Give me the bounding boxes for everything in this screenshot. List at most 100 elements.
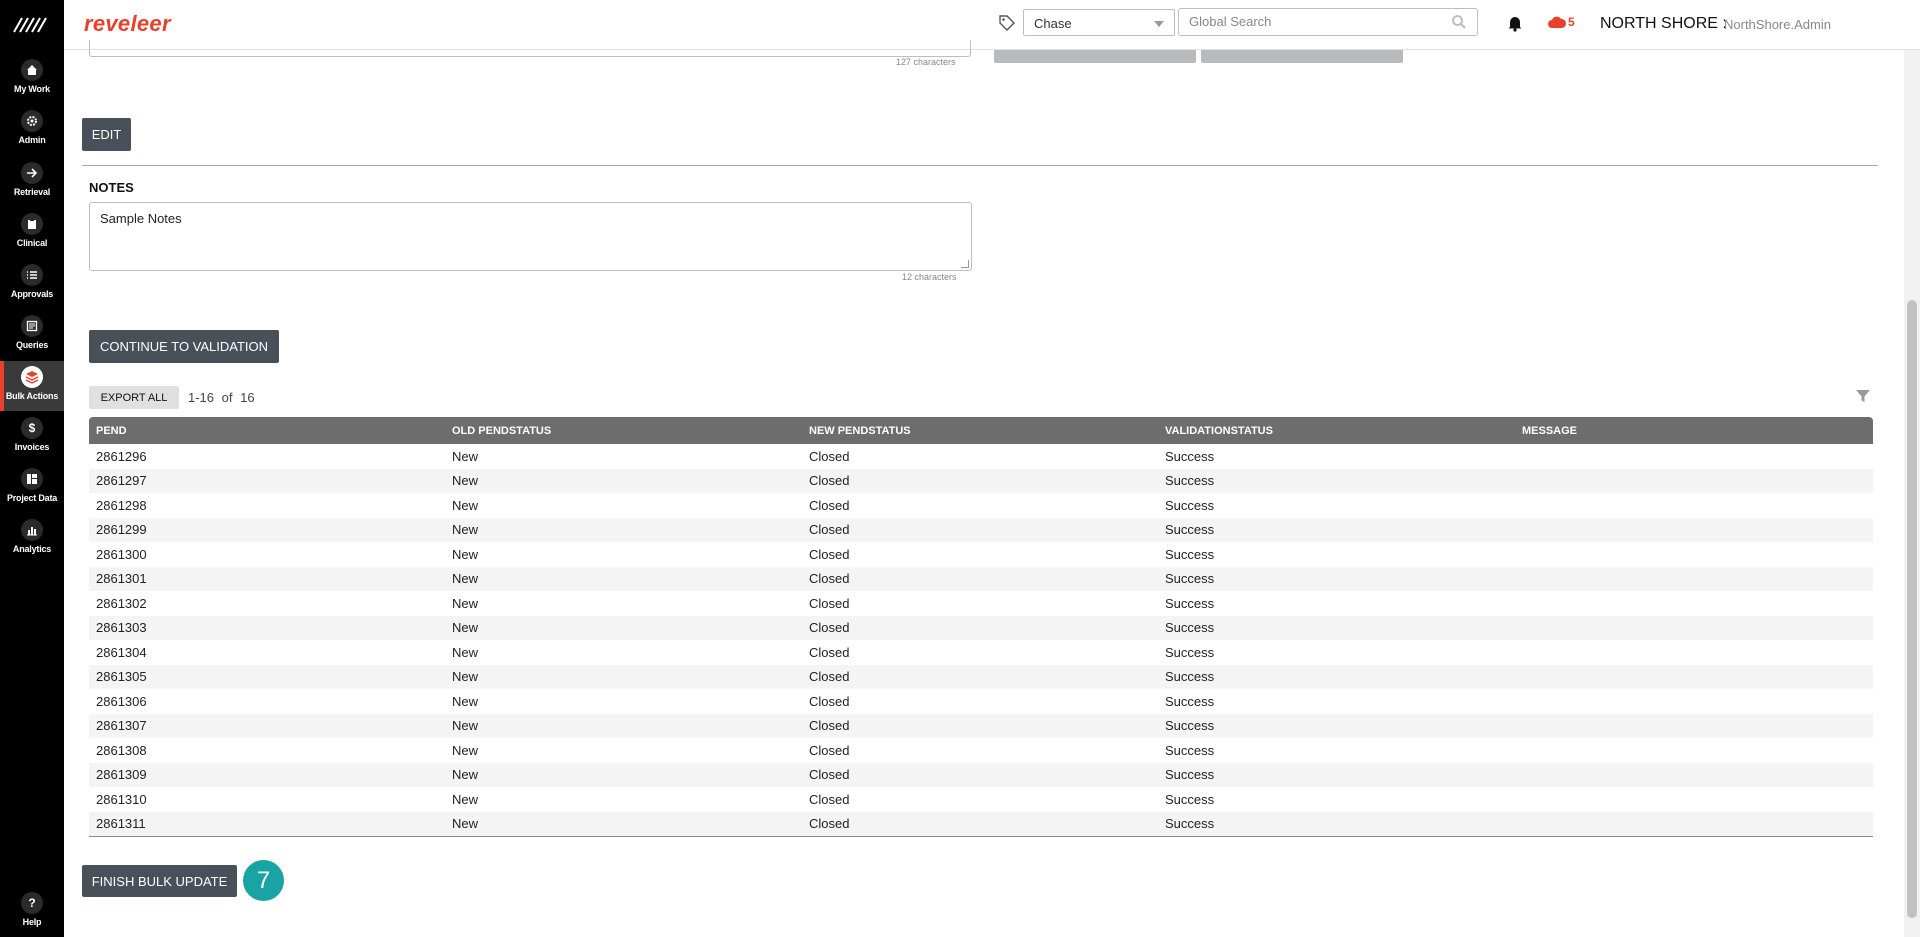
filter-icon[interactable] xyxy=(1855,388,1871,404)
page-scrollbar[interactable] xyxy=(1904,50,1920,937)
table-cell: Closed xyxy=(809,644,850,660)
search-placeholder: Global Search xyxy=(1189,14,1272,29)
column-header-message[interactable]: MESSAGE xyxy=(1515,425,1873,437)
sidebar-item-approvals[interactable]: Approvals xyxy=(0,259,64,309)
table-cell: Success xyxy=(1165,816,1215,832)
previous-textarea[interactable] xyxy=(89,40,971,57)
finish-bulk-update-button[interactable]: FINISH BULK UPDATE xyxy=(82,865,237,897)
house-icon xyxy=(21,59,43,81)
table-cell: 2861306 xyxy=(96,693,147,709)
table-row[interactable]: 2861302 New Closed Success xyxy=(89,591,1873,616)
sidebar-item-admin[interactable]: Admin xyxy=(0,105,64,155)
table-row[interactable]: 2861305 New Closed Success xyxy=(89,664,1873,689)
table-cell: New xyxy=(452,644,479,660)
pager-of: of xyxy=(221,390,233,405)
table-cell: Closed xyxy=(809,767,850,783)
sidebar-item-project-data[interactable]: Project Data xyxy=(0,463,64,513)
project-select[interactable]: Chase xyxy=(1023,9,1175,36)
step-number-badge: 7 xyxy=(243,860,284,901)
table-row[interactable]: 2861303 New Closed Success xyxy=(89,615,1873,640)
table-row[interactable]: 2861306 New Closed Success xyxy=(89,689,1873,714)
table-cell: Closed xyxy=(809,595,850,611)
table-cell: 2861301 xyxy=(96,571,147,587)
column-header-new-pendstatus[interactable]: NEW PENDSTATUS xyxy=(802,425,1158,437)
table-cell: Closed xyxy=(809,742,850,758)
table-cell: New xyxy=(452,693,479,709)
sidebar-item-help[interactable]: ? Help xyxy=(0,887,64,937)
sidebar-item-label: Queries xyxy=(15,340,49,350)
table-row[interactable]: 2861310 New Closed Success xyxy=(89,787,1873,812)
table-cell: Closed xyxy=(809,546,850,562)
table-row[interactable]: 2861307 New Closed Success xyxy=(89,713,1873,738)
table-cell: 2861299 xyxy=(96,522,147,538)
grid-icon xyxy=(21,468,43,490)
sidebar-item-my-work[interactable]: My Work xyxy=(0,54,64,104)
table-row[interactable]: 2861298 New Closed Success xyxy=(89,493,1873,518)
table-row[interactable]: 2861299 New Closed Success xyxy=(89,517,1873,542)
scrollbar-thumb[interactable] xyxy=(1907,300,1917,918)
cloud-count-badge: 5 xyxy=(1568,15,1575,29)
sidebar-item-clinical[interactable]: Clinical xyxy=(0,208,64,258)
search-icon[interactable] xyxy=(1451,14,1467,30)
dollar-icon: $ xyxy=(21,417,43,439)
column-header-old-pendstatus[interactable]: OLD PENDSTATUS xyxy=(445,425,802,437)
table-row[interactable]: 2861297 New Closed Success xyxy=(89,468,1873,493)
user-name[interactable]: NorthShore.Admin xyxy=(1724,17,1831,32)
export-all-button[interactable]: EXPORT ALL xyxy=(89,386,179,409)
table-cell: New xyxy=(452,767,479,783)
table-cell: 2861300 xyxy=(96,546,147,562)
table-row[interactable]: 2861311 New Closed Success xyxy=(89,811,1873,836)
pager-range: 1-16 xyxy=(188,390,215,405)
table-cell: New xyxy=(452,448,479,464)
help-icon: ? xyxy=(21,892,43,914)
table-cell: New xyxy=(452,620,479,636)
table-cell: Success xyxy=(1165,546,1215,562)
notes-label: NOTES xyxy=(89,180,134,195)
notes-char-count: 12 characters xyxy=(902,272,957,282)
edit-button[interactable]: EDIT xyxy=(82,118,131,151)
sidebar-item-retrieval[interactable]: Retrieval xyxy=(0,157,64,207)
sidebar-item-analytics[interactable]: Analytics xyxy=(0,514,64,564)
table-cell: Closed xyxy=(809,473,850,489)
sidebar-item-invoices[interactable]: $ Invoices xyxy=(0,412,64,462)
table-cell: Closed xyxy=(809,669,850,685)
sidebar-item-label: Retrieval xyxy=(13,187,51,197)
table-row[interactable]: 2861296 New Closed Success xyxy=(89,444,1873,469)
table-cell: Success xyxy=(1165,718,1215,734)
table-cell: Success xyxy=(1165,571,1215,587)
table-cell: 2861303 xyxy=(96,620,147,636)
table-cell: 2861309 xyxy=(96,767,147,783)
table-cell: Closed xyxy=(809,522,850,538)
table-row[interactable]: 2861309 New Closed Success xyxy=(89,762,1873,787)
table-row[interactable]: 2861308 New Closed Success xyxy=(89,738,1873,763)
table-cell: New xyxy=(452,473,479,489)
brand-logo[interactable]: reveleer xyxy=(84,11,171,37)
table-header: PEND OLD PENDSTATUS NEW PENDSTATUS VALID… xyxy=(89,417,1873,444)
cloud-icon[interactable] xyxy=(1547,14,1567,30)
app-logo-icon[interactable] xyxy=(12,14,52,36)
table-cell: Closed xyxy=(809,816,850,832)
list-icon xyxy=(21,264,43,286)
column-header-validationstatus[interactable]: VALIDATIONSTATUS xyxy=(1158,425,1515,437)
tag-icon xyxy=(999,15,1015,31)
resize-grip-icon[interactable] xyxy=(961,260,969,268)
previous-char-count: 127 characters xyxy=(896,57,956,67)
sidebar-item-bulk-actions[interactable]: Bulk Actions xyxy=(0,361,64,411)
sidebar-item-queries[interactable]: Queries xyxy=(0,310,64,360)
table-row[interactable]: 2861301 New Closed Success xyxy=(89,566,1873,591)
table-cell: Closed xyxy=(809,571,850,587)
table-row[interactable]: 2861300 New Closed Success xyxy=(89,542,1873,567)
table-cell: 2861304 xyxy=(96,644,147,660)
continue-to-validation-button[interactable]: CONTINUE TO VALIDATION xyxy=(89,330,279,363)
table-cell: 2861307 xyxy=(96,718,147,734)
table-cell: Success xyxy=(1165,669,1215,685)
table-cell: 2861298 xyxy=(96,497,147,513)
table-row[interactable]: 2861304 New Closed Success xyxy=(89,640,1873,665)
bell-icon[interactable] xyxy=(1506,14,1524,32)
global-search-input[interactable]: Global Search xyxy=(1178,8,1478,36)
table-cell: 2861310 xyxy=(96,791,147,807)
notes-textarea[interactable]: Sample Notes xyxy=(89,202,972,271)
table-cell: Closed xyxy=(809,718,850,734)
bar-chart-icon xyxy=(21,519,43,541)
column-header-pend[interactable]: PEND xyxy=(89,425,445,437)
